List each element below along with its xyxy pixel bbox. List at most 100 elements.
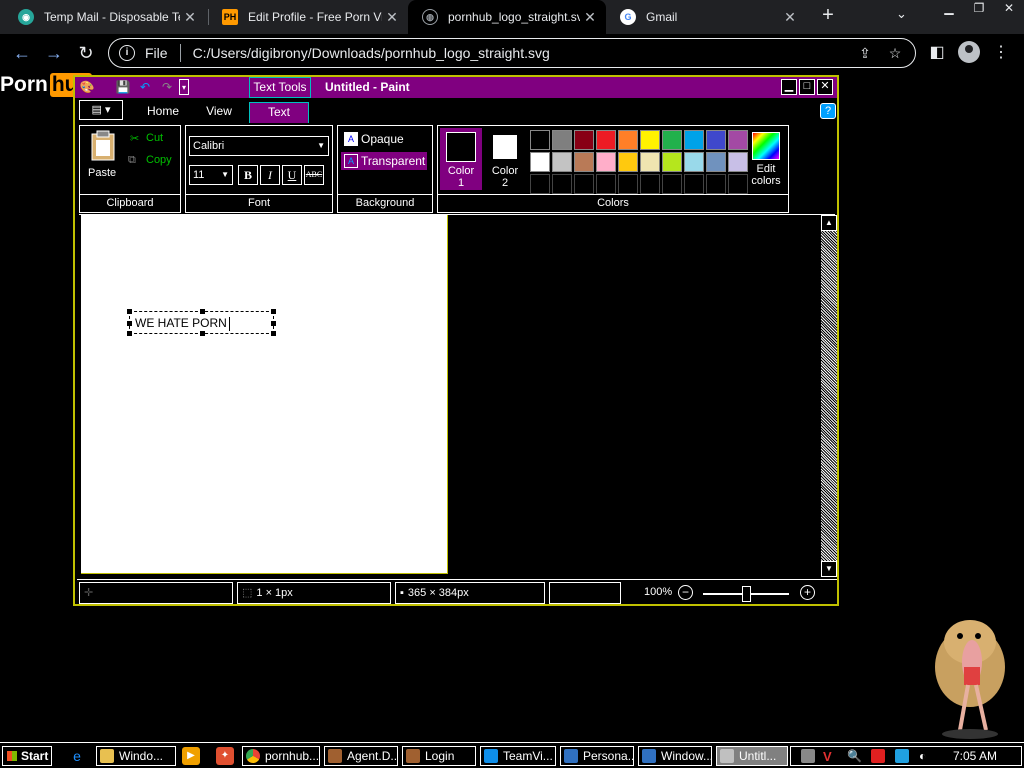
empty-color-swatch[interactable]: [552, 174, 572, 194]
share-icon[interactable]: ⇪: [855, 45, 875, 62]
start-button[interactable]: Start: [2, 746, 52, 766]
color-swatch[interactable]: [618, 130, 638, 150]
empty-color-swatch[interactable]: [596, 174, 616, 194]
underline-button[interactable]: U: [282, 165, 302, 185]
flag-icon[interactable]: [871, 749, 885, 763]
vertical-scrollbar[interactable]: ▲ ▼: [821, 215, 837, 577]
color-swatch[interactable]: [662, 152, 682, 172]
copy-button[interactable]: Copy: [146, 154, 172, 166]
forward-button[interactable]: →: [42, 42, 66, 64]
profile-avatar[interactable]: [958, 41, 980, 63]
close-icon[interactable]: ✕: [580, 9, 600, 26]
taskbar-item-chrome[interactable]: pornhub...: [242, 746, 320, 766]
strikethrough-button[interactable]: ABC: [304, 165, 324, 185]
tab-gmail[interactable]: G Gmail ✕: [606, 0, 806, 34]
resize-handle[interactable]: [127, 321, 132, 326]
color-swatch[interactable]: [596, 152, 616, 172]
taskbar-item-windows-explorer[interactable]: Windo...: [96, 746, 176, 766]
redo-icon[interactable]: ↷: [159, 79, 175, 95]
taskbar-item-personalization[interactable]: Persona...: [560, 746, 634, 766]
color2-selector[interactable]: Color 2: [484, 128, 526, 190]
close-window-button[interactable]: ✕: [994, 0, 1024, 18]
tab-search-chevron-icon[interactable]: ⌄: [896, 6, 907, 22]
zoom-out-button[interactable]: −: [678, 585, 693, 600]
canvas-text[interactable]: WE HATE PORN: [135, 316, 227, 330]
empty-color-swatch[interactable]: [574, 174, 594, 194]
empty-color-swatch[interactable]: [684, 174, 704, 194]
taskbar-item-teamviewer[interactable]: TeamVi...: [480, 746, 556, 766]
paint-menu-button[interactable]: ▤ ▾: [79, 100, 123, 120]
close-icon[interactable]: ✕: [180, 9, 200, 26]
color-swatch[interactable]: [574, 152, 594, 172]
paint-close-button[interactable]: ✕: [817, 79, 833, 95]
color-swatch[interactable]: [552, 130, 572, 150]
color-swatch[interactable]: [552, 152, 572, 172]
quick-access-dropdown-icon[interactable]: ▾: [179, 79, 189, 95]
ie-icon[interactable]: e: [68, 747, 86, 765]
color-swatch[interactable]: [640, 152, 660, 172]
color-swatch[interactable]: [530, 130, 550, 150]
color-swatch[interactable]: [530, 152, 550, 172]
cut-button[interactable]: Cut: [146, 132, 163, 144]
transparent-option[interactable]: A Transparent: [341, 152, 427, 170]
text-box[interactable]: WE HATE PORN: [127, 309, 276, 336]
paint-app-icon[interactable]: 🎨: [79, 79, 95, 95]
color-swatch[interactable]: [574, 130, 594, 150]
undo-icon[interactable]: ↶: [137, 79, 153, 95]
url-text[interactable]: C:/Users/digibrony/Downloads/pornhub_log…: [193, 45, 855, 61]
paint-maximize-button[interactable]: □: [799, 79, 815, 95]
address-bar[interactable]: i File C:/Users/digibrony/Downloads/porn…: [108, 38, 916, 68]
color-swatch[interactable]: [662, 130, 682, 150]
media-icon[interactable]: ▶: [182, 747, 200, 765]
empty-color-swatch[interactable]: [618, 174, 638, 194]
color-swatch[interactable]: [618, 152, 638, 172]
network-icon[interactable]: [895, 749, 909, 763]
paste-button[interactable]: Paste: [88, 167, 116, 179]
font-size-select[interactable]: 11 ▼: [189, 165, 233, 185]
zoom-in-button[interactable]: +: [800, 585, 815, 600]
taskbar-item-window[interactable]: Window...: [638, 746, 712, 766]
italic-button[interactable]: I: [260, 165, 280, 185]
empty-color-swatch[interactable]: [640, 174, 660, 194]
resize-handle[interactable]: [271, 321, 276, 326]
tray-app-icon[interactable]: [801, 749, 815, 763]
resize-handle[interactable]: [200, 309, 205, 314]
menu-dots-icon[interactable]: ⋮: [990, 43, 1012, 65]
color-swatch[interactable]: [706, 152, 726, 172]
new-tab-button[interactable]: +: [816, 4, 840, 28]
help-icon[interactable]: ?: [820, 103, 836, 119]
zoom-slider-thumb[interactable]: [742, 586, 751, 602]
scroll-down-icon[interactable]: ▼: [821, 561, 837, 577]
font-family-select[interactable]: Calibri ▼: [189, 136, 329, 156]
opaque-option[interactable]: A Opaque: [341, 130, 404, 148]
reload-button[interactable]: ↻: [74, 42, 98, 64]
taskbar-item-agent[interactable]: Agent.D...: [324, 746, 398, 766]
back-button[interactable]: ←: [10, 42, 34, 64]
bold-button[interactable]: B: [238, 165, 258, 185]
app-icon[interactable]: ✦: [216, 747, 234, 765]
taskbar-item-login[interactable]: Login: [402, 746, 476, 766]
edit-colors-button[interactable]: Edit colors: [744, 128, 788, 190]
minimize-button[interactable]: ▁: [934, 0, 964, 18]
empty-color-swatch[interactable]: [530, 174, 550, 194]
restore-button[interactable]: ❐: [964, 0, 994, 18]
tab-home[interactable]: Home: [133, 102, 193, 123]
paste-icon[interactable]: [88, 130, 118, 162]
tab-temp-mail[interactable]: ◉ Temp Mail - Disposable Temp ✕: [4, 0, 206, 34]
side-panel-icon[interactable]: ◧: [926, 43, 948, 65]
color-swatch[interactable]: [596, 130, 616, 150]
antivirus-icon[interactable]: V: [823, 749, 837, 764]
close-icon[interactable]: ✕: [382, 9, 402, 26]
color-swatch[interactable]: [640, 130, 660, 150]
color-swatch[interactable]: [684, 152, 704, 172]
tab-edit-profile[interactable]: PH Edit Profile - Free Porn Vide ✕: [208, 0, 408, 34]
scroll-up-icon[interactable]: ▲: [821, 215, 837, 231]
resize-handle[interactable]: [200, 331, 205, 336]
resize-handle[interactable]: [271, 309, 276, 314]
empty-color-swatch[interactable]: [706, 174, 726, 194]
tab-logo-svg[interactable]: ◍ pornhub_logo_straight.svg ✕: [408, 0, 606, 34]
paint-minimize-button[interactable]: ▁: [781, 79, 797, 95]
bookmark-star-icon[interactable]: ☆: [885, 45, 905, 62]
drawing-canvas[interactable]: WE HATE PORN: [81, 215, 448, 574]
resize-handle[interactable]: [127, 331, 132, 336]
